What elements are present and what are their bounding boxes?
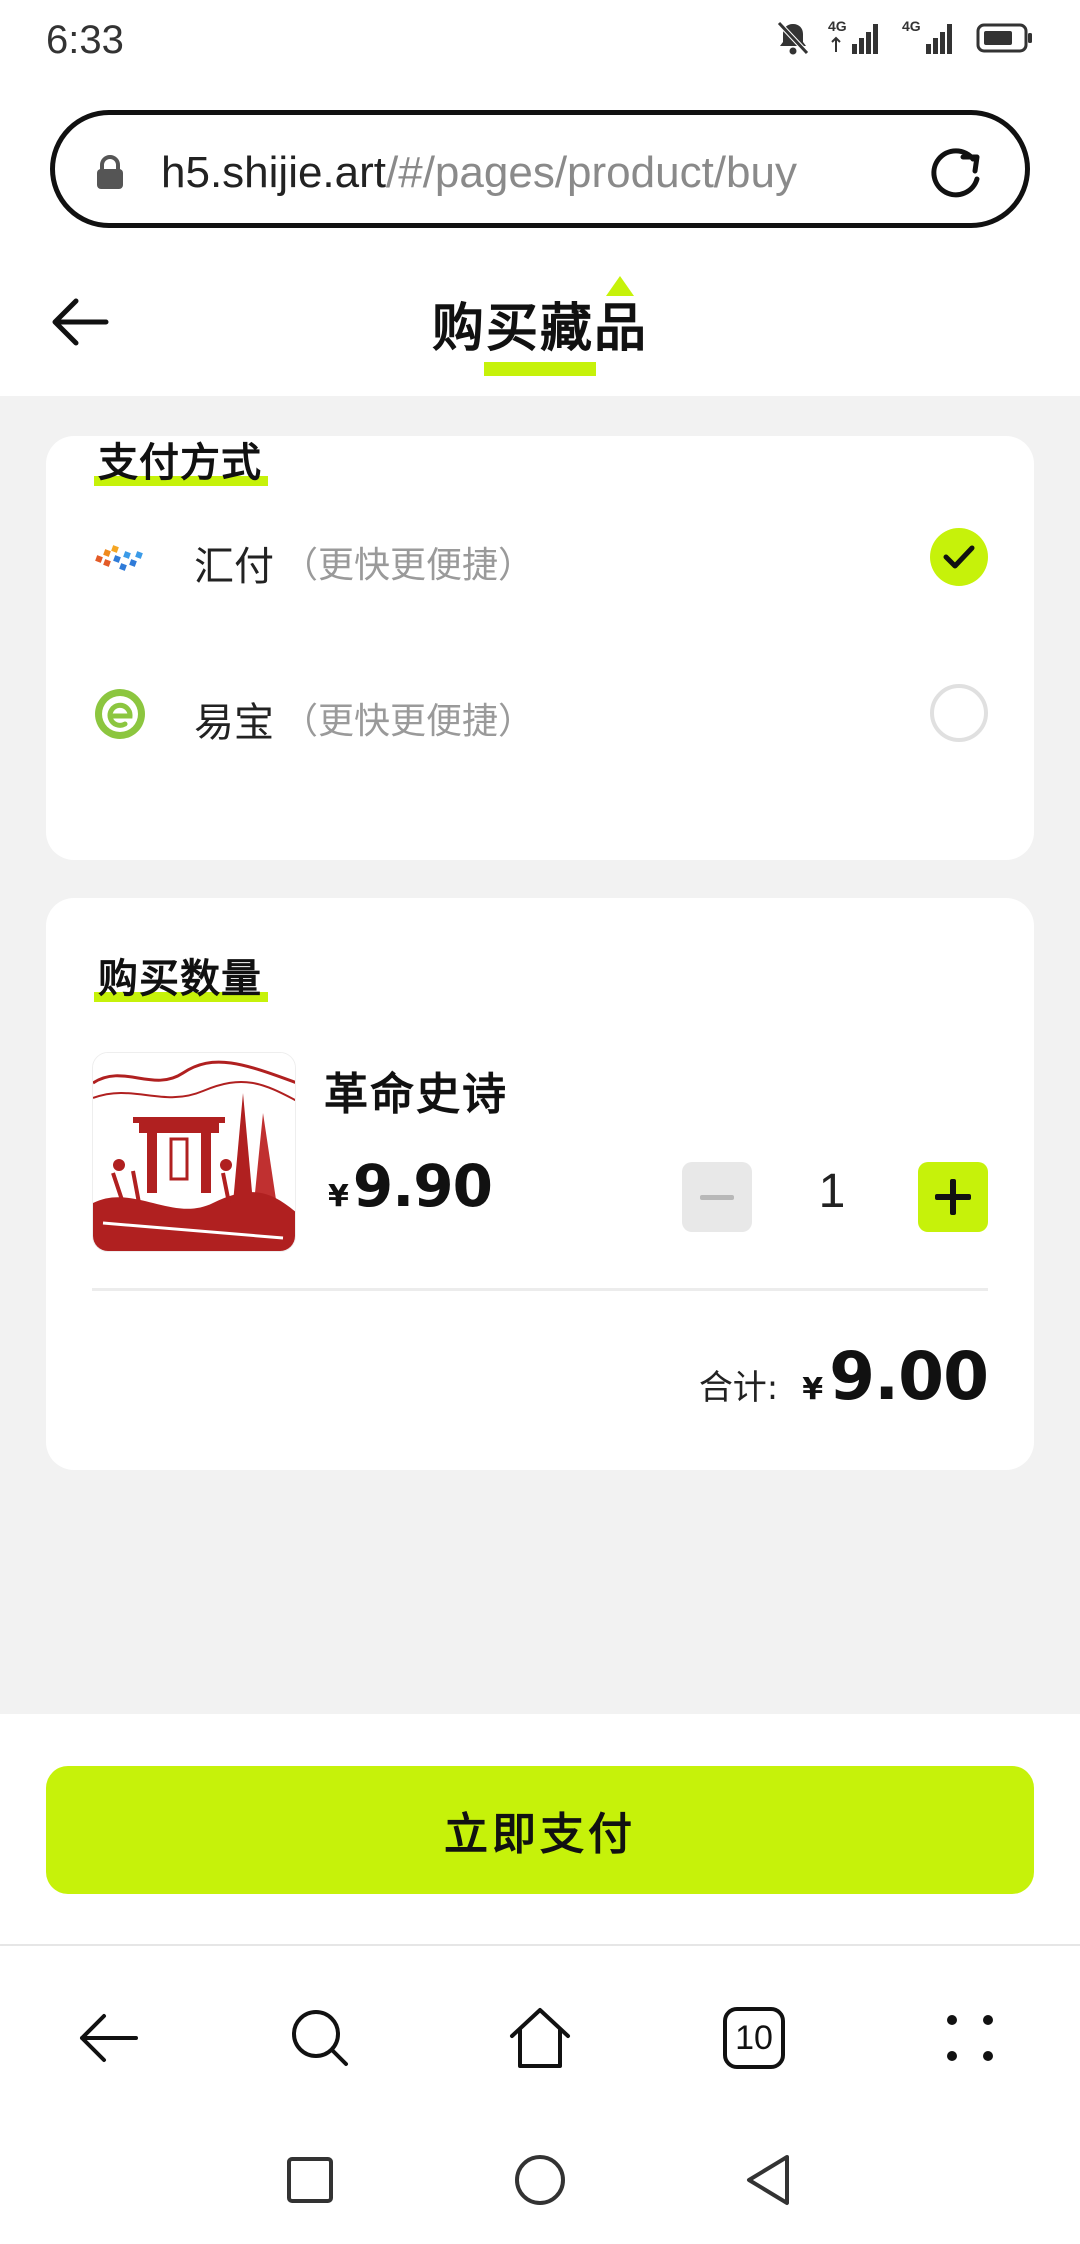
url-host: h5.shijie.art	[161, 148, 387, 197]
square-icon	[287, 2157, 333, 2203]
divider	[92, 1288, 988, 1291]
payment-name: 汇付	[194, 544, 274, 590]
quantity-section-title-text: 购买数量	[98, 956, 262, 1002]
lock-icon	[97, 155, 123, 189]
currency-symbol: ¥	[328, 1179, 349, 1214]
product-artwork-icon	[93, 1053, 295, 1251]
browser-menu-button[interactable]	[930, 1998, 1010, 2078]
unit-price: ¥9.90	[328, 1152, 493, 1220]
tab-count: 10	[735, 2018, 773, 2057]
payment-note: （更快更便捷）	[282, 701, 535, 742]
browser-tabs-button[interactable]: 10	[714, 1998, 794, 2078]
page-title: 购买藏品	[431, 276, 648, 376]
status-icons: 4G 4G	[776, 18, 1034, 56]
home-button[interactable]	[500, 2140, 580, 2220]
payment-name: 易宝	[194, 700, 274, 746]
payment-option-huifu[interactable]: 汇付 （更快更便捷）	[46, 506, 1034, 606]
currency-symbol: ¥	[802, 1372, 824, 1407]
checkmark-icon	[943, 545, 975, 569]
pay-now-button[interactable]: 立即支付	[46, 1766, 1034, 1894]
unit-price-value: 9.90	[352, 1152, 493, 1220]
title-spark	[606, 276, 634, 296]
status-bar: 6:33 4G 4G	[0, 0, 1080, 92]
payment-note: （更快更便捷）	[282, 545, 535, 586]
increase-quantity-button[interactable]	[918, 1162, 988, 1232]
total-row: 合计: ¥9.00	[698, 1338, 989, 1415]
payment-option-yibao[interactable]: 易宝 （更快更便捷）	[46, 662, 1034, 762]
url-text[interactable]: h5.shijie.art/#/pages/product/buy	[161, 145, 943, 201]
status-time: 6:33	[46, 18, 124, 62]
payment-section-title-text: 支付方式	[98, 440, 262, 486]
reload-icon[interactable]	[927, 143, 987, 203]
yibao-logo-icon	[95, 689, 145, 739]
total-value: 9.00	[829, 1338, 989, 1415]
quantity-value[interactable]: 1	[802, 1164, 862, 1219]
pay-action-area: 立即支付	[0, 1714, 1080, 1944]
title-highlight	[483, 362, 596, 376]
payment-method-card: 支付方式 汇付 （更快更便捷） 易宝 （更快更便捷）	[46, 436, 1034, 860]
more-icon	[947, 2015, 993, 2061]
signal-icon: 4G	[828, 18, 884, 56]
bell-off-icon	[777, 21, 809, 55]
content-area: 支付方式 汇付 （更快更便捷） 易宝 （更快更便捷） 购买数量 革命史诗 ¥9.…	[0, 396, 1080, 1714]
quantity-section-title: 购买数量	[94, 946, 268, 1004]
signal-icon: 4G	[902, 18, 958, 56]
home-icon	[510, 2008, 570, 2068]
decrease-quantity-button[interactable]	[682, 1162, 752, 1232]
browser-search-button[interactable]	[280, 1998, 360, 2078]
browser-toolbar: 10	[0, 1944, 1080, 2120]
quantity-card: 购买数量 革命史诗 ¥9.90 1 合计: ¥9.00	[46, 898, 1034, 1470]
page-header: 购买藏品	[0, 250, 1080, 396]
system-back-button[interactable]	[728, 2140, 808, 2220]
total-label: 合计:	[698, 1368, 779, 1408]
system-navigation	[0, 2120, 1080, 2244]
payment-section-title: 支付方式	[94, 430, 268, 488]
radio-unselected[interactable]	[930, 684, 988, 742]
triangle-back-icon	[747, 2155, 789, 2205]
huifu-logo-icon	[95, 545, 143, 571]
circle-icon	[515, 2155, 565, 2205]
radio-selected[interactable]	[930, 528, 988, 586]
browser-home-button[interactable]	[500, 1998, 580, 2078]
search-icon	[292, 2010, 348, 2066]
battery-icon	[976, 23, 1032, 53]
url-path: /#/pages/product/buy	[386, 148, 797, 197]
address-bar[interactable]: h5.shijie.art/#/pages/product/buy	[50, 110, 1030, 228]
recent-apps-button[interactable]	[270, 2140, 350, 2220]
browser-back-button[interactable]	[68, 1998, 148, 2078]
product-name: 革命史诗	[324, 1069, 508, 1120]
product-image	[92, 1052, 296, 1252]
page-title-text: 购买藏品	[431, 299, 648, 359]
back-arrow-icon	[80, 2014, 138, 2062]
